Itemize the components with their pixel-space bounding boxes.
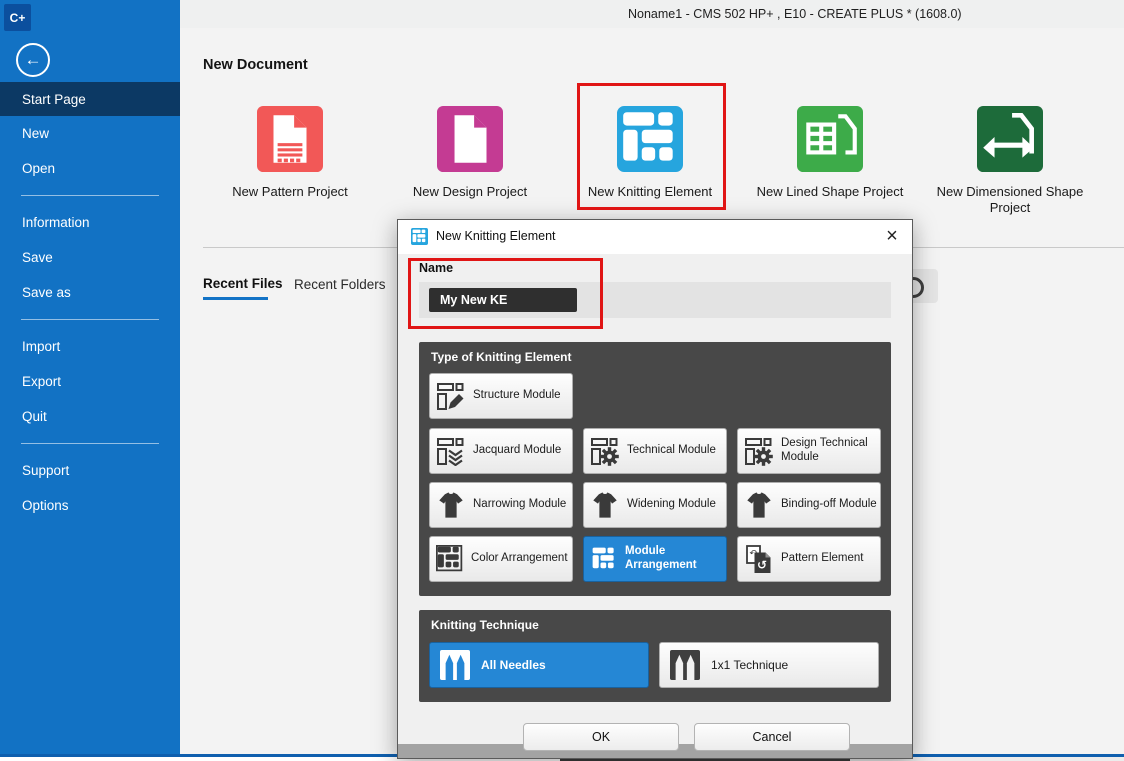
back-button[interactable]: ← [16,43,50,77]
jacquard-module-icon [436,436,466,466]
back-arrow-icon: ← [25,50,42,70]
dialog-title: New Knitting Element [436,229,556,243]
tile-label: New Pattern Project [205,184,375,200]
tile-new-knitting-element[interactable]: New Knitting Element [565,100,735,200]
knitting-element-icon [617,106,683,172]
sidebar-divider [21,443,159,444]
all-needles-icon [440,650,470,680]
cancel-button[interactable]: Cancel [694,723,850,751]
close-icon[interactable]: × [880,223,904,249]
tile-label: New Knitting Element [565,184,735,200]
button-label: Binding-off Module [781,498,877,512]
lined-shape-project-icon [797,106,863,172]
color-arrangement-button[interactable]: Color Arrangement [429,536,573,582]
name-value: My New KE [429,288,577,312]
design-technical-module-icon [744,436,774,466]
knitting-element-icon [411,228,428,245]
tab-active-underline [203,297,268,300]
tile-new-design-project[interactable]: New Design Project [385,100,555,200]
button-label: 1x1 Technique [711,658,788,672]
new-knitting-element-dialog: New Knitting Element × Name My New KE Ty… [397,219,913,759]
dimensioned-shape-project-icon [977,106,1043,172]
button-label: Module Arrangement [625,545,726,572]
sidebar-item-quit[interactable]: Quit [0,399,180,434]
design-project-icon [437,106,503,172]
type-of-knitting-element-panel: Type of Knitting Element Structure Modul… [419,342,891,596]
ok-button[interactable]: OK [523,723,679,751]
tshirt-icon [436,491,466,519]
tile-label: New Dimensioned Shape Project [925,184,1095,217]
button-label: Design Technical Module [781,437,880,464]
sidebar-item-save-as[interactable]: Save as [0,275,180,310]
widening-module-button[interactable]: Widening Module [583,482,727,528]
name-value-selection: My New KE [429,288,577,312]
new-document-heading: New Document [203,57,308,73]
sidebar-divider [21,319,159,320]
button-label: Narrowing Module [473,498,566,512]
sidebar-item-export[interactable]: Export [0,364,180,399]
technique-section-heading: Knitting Technique [431,618,539,632]
sidebar-item-save[interactable]: Save [0,240,180,275]
binding-off-module-button[interactable]: Binding-off Module [737,482,881,528]
sidebar-nav: Start Page New Open Information Save Sav… [0,82,180,523]
technical-module-button[interactable]: Technical Module [583,428,727,474]
structure-module-button[interactable]: Structure Module [429,373,573,419]
button-label: Technical Module [627,444,716,458]
sidebar-item-open[interactable]: Open [0,151,180,186]
tab-recent-folders[interactable]: Recent Folders [294,277,386,292]
knitting-technique-panel: Knitting Technique All Needles 1x1 Techn… [419,610,891,702]
sidebar-divider [21,195,159,196]
tile-new-dimensioned-shape-project[interactable]: New Dimensioned Shape Project [925,100,1095,217]
tshirt-icon [744,491,774,519]
color-arrangement-icon [436,545,464,573]
sidebar-item-information[interactable]: Information [0,205,180,240]
tile-new-pattern-project[interactable]: New Pattern Project [205,100,375,200]
svg-text:↺: ↺ [757,558,767,572]
button-label: Structure Module [473,389,561,403]
type-section-heading: Type of Knitting Element [431,350,571,364]
tab-recent-files[interactable]: Recent Files [203,276,283,291]
button-label: All Needles [481,658,546,672]
pattern-element-icon: ↶ ↺ [744,544,774,574]
tshirt-icon [590,491,620,519]
window-title: Noname1 - CMS 502 HP+ , E10 - CREATE PLU… [628,7,962,21]
sidebar-item-support[interactable]: Support [0,453,180,488]
module-arrangement-icon [590,545,618,573]
structure-module-icon [436,381,466,411]
design-technical-module-button[interactable]: Design Technical Module [737,428,881,474]
tile-new-lined-shape-project[interactable]: New Lined Shape Project [745,100,915,200]
button-label: Pattern Element [781,552,863,566]
sidebar-item-import[interactable]: Import [0,329,180,364]
narrowing-module-button[interactable]: Narrowing Module [429,482,573,528]
pattern-element-button[interactable]: ↶ ↺ Pattern Element [737,536,881,582]
tile-label: New Lined Shape Project [745,184,915,200]
app-logo: C+ [4,4,31,31]
button-label: Jacquard Module [473,444,561,458]
all-needles-button[interactable]: All Needles [429,642,649,688]
one-by-one-technique-button[interactable]: 1x1 Technique [659,642,879,688]
sidebar-item-options[interactable]: Options [0,488,180,523]
sidebar-item-new[interactable]: New [0,116,180,151]
name-input[interactable]: My New KE [419,282,891,318]
button-label: Color Arrangement [471,552,568,566]
sidebar-item-start-page[interactable]: Start Page [0,82,180,116]
pattern-project-icon [257,106,323,172]
sidebar: C+ ← Start Page New Open Information Sav… [0,0,180,754]
module-arrangement-button[interactable]: Module Arrangement [583,536,727,582]
tile-label: New Design Project [385,184,555,200]
button-label: Widening Module [627,498,716,512]
one-by-one-technique-icon [670,650,700,680]
technical-module-icon [590,436,620,466]
jacquard-module-button[interactable]: Jacquard Module [429,428,573,474]
name-label: Name [419,261,453,275]
